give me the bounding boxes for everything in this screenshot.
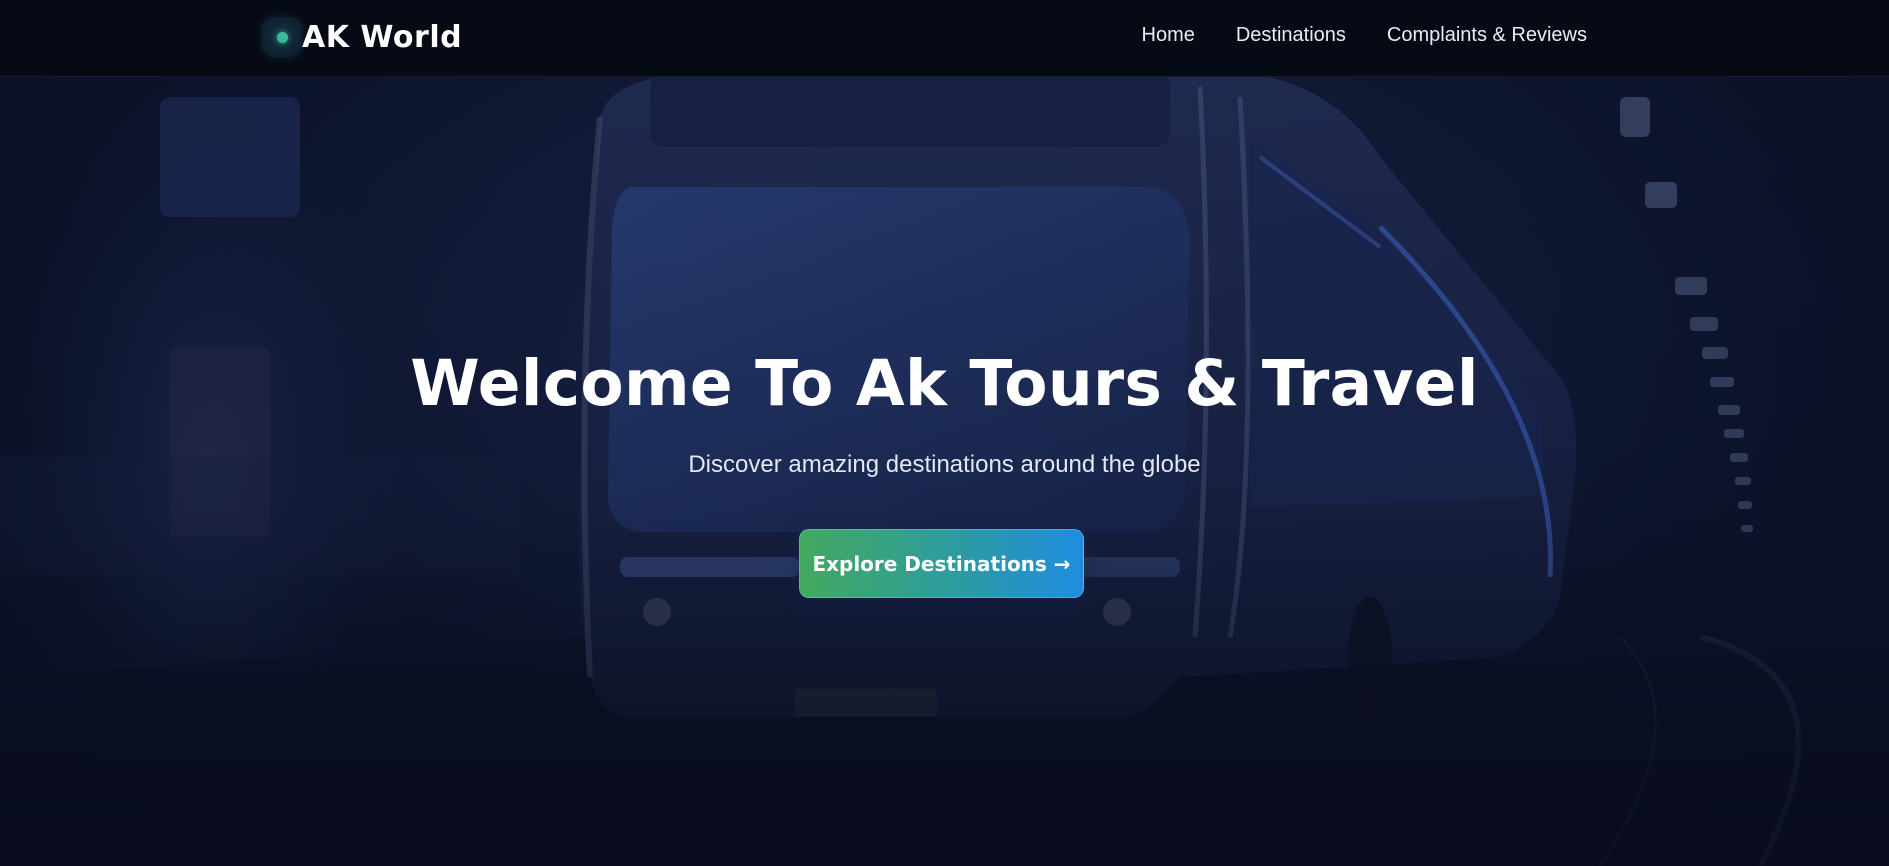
brand-name: AK World xyxy=(302,19,463,55)
hero-section: Welcome To Ak Tours & Travel Discover am… xyxy=(0,77,1889,866)
brand-logo-link[interactable]: AK World xyxy=(262,16,462,58)
brand-dot-icon xyxy=(276,31,288,43)
brand-logo-icon xyxy=(262,17,302,57)
page: AK World Home Destinations Complaints & … xyxy=(0,0,1889,866)
hero-subtitle: Discover amazing destinations around the… xyxy=(688,451,1201,478)
hero-title: Welcome To Ak Tours & Travel xyxy=(410,347,1479,420)
main-nav: Home Destinations Complaints & Reviews xyxy=(1101,24,1588,47)
nav-link-home[interactable]: Home xyxy=(1142,24,1195,47)
navbar: AK World Home Destinations Complaints & … xyxy=(0,0,1889,77)
nav-link-complaints-reviews[interactable]: Complaints & Reviews xyxy=(1387,24,1587,47)
explore-destinations-button[interactable]: Explore Destinations → xyxy=(799,529,1084,598)
nav-link-destinations[interactable]: Destinations xyxy=(1236,24,1346,47)
